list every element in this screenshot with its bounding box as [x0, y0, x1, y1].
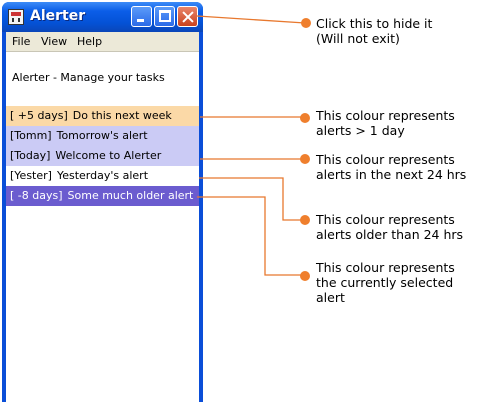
- callout-line1: This colour represents: [316, 108, 455, 123]
- callout-line1: This colour represents: [316, 152, 455, 167]
- callout-dot-selected: [300, 271, 310, 281]
- callout-line3: alert: [316, 290, 345, 305]
- callout-selected: This colour represents the currently sel…: [316, 260, 455, 305]
- callout-line2: the currently selected: [316, 275, 454, 290]
- callout-more-than-1-day: This colour represents alerts > 1 day: [316, 108, 455, 138]
- callout-close: Click this to hide it (Will not exit): [316, 16, 432, 46]
- callout-dot-next-24-hrs: [300, 154, 310, 164]
- callout-dot-more-than-1-day: [300, 113, 310, 123]
- callout-line-older: [199, 177, 305, 221]
- callout-line1: This colour represents: [316, 260, 455, 275]
- callout-line-close: [196, 15, 306, 24]
- callout-line-selected: [197, 196, 305, 276]
- callout-line1: This colour represents: [316, 212, 455, 227]
- callout-line1: Click this to hide it: [316, 16, 433, 31]
- callout-next-24-hrs: This colour represents alerts in the nex…: [316, 152, 466, 182]
- callout-dot-close: [301, 18, 311, 28]
- callout-line2: alerts older than 24 hrs: [316, 227, 464, 242]
- callout-line2: (Will not exit): [316, 31, 400, 46]
- callout-older-than-24-hrs: This colour represents alerts older than…: [316, 212, 463, 242]
- callout-line2: alerts > 1 day: [316, 123, 405, 138]
- callout-lines: [196, 15, 311, 281]
- callout-line2: alerts in the next 24 hrs: [316, 167, 467, 182]
- callout-dot-older: [300, 215, 310, 225]
